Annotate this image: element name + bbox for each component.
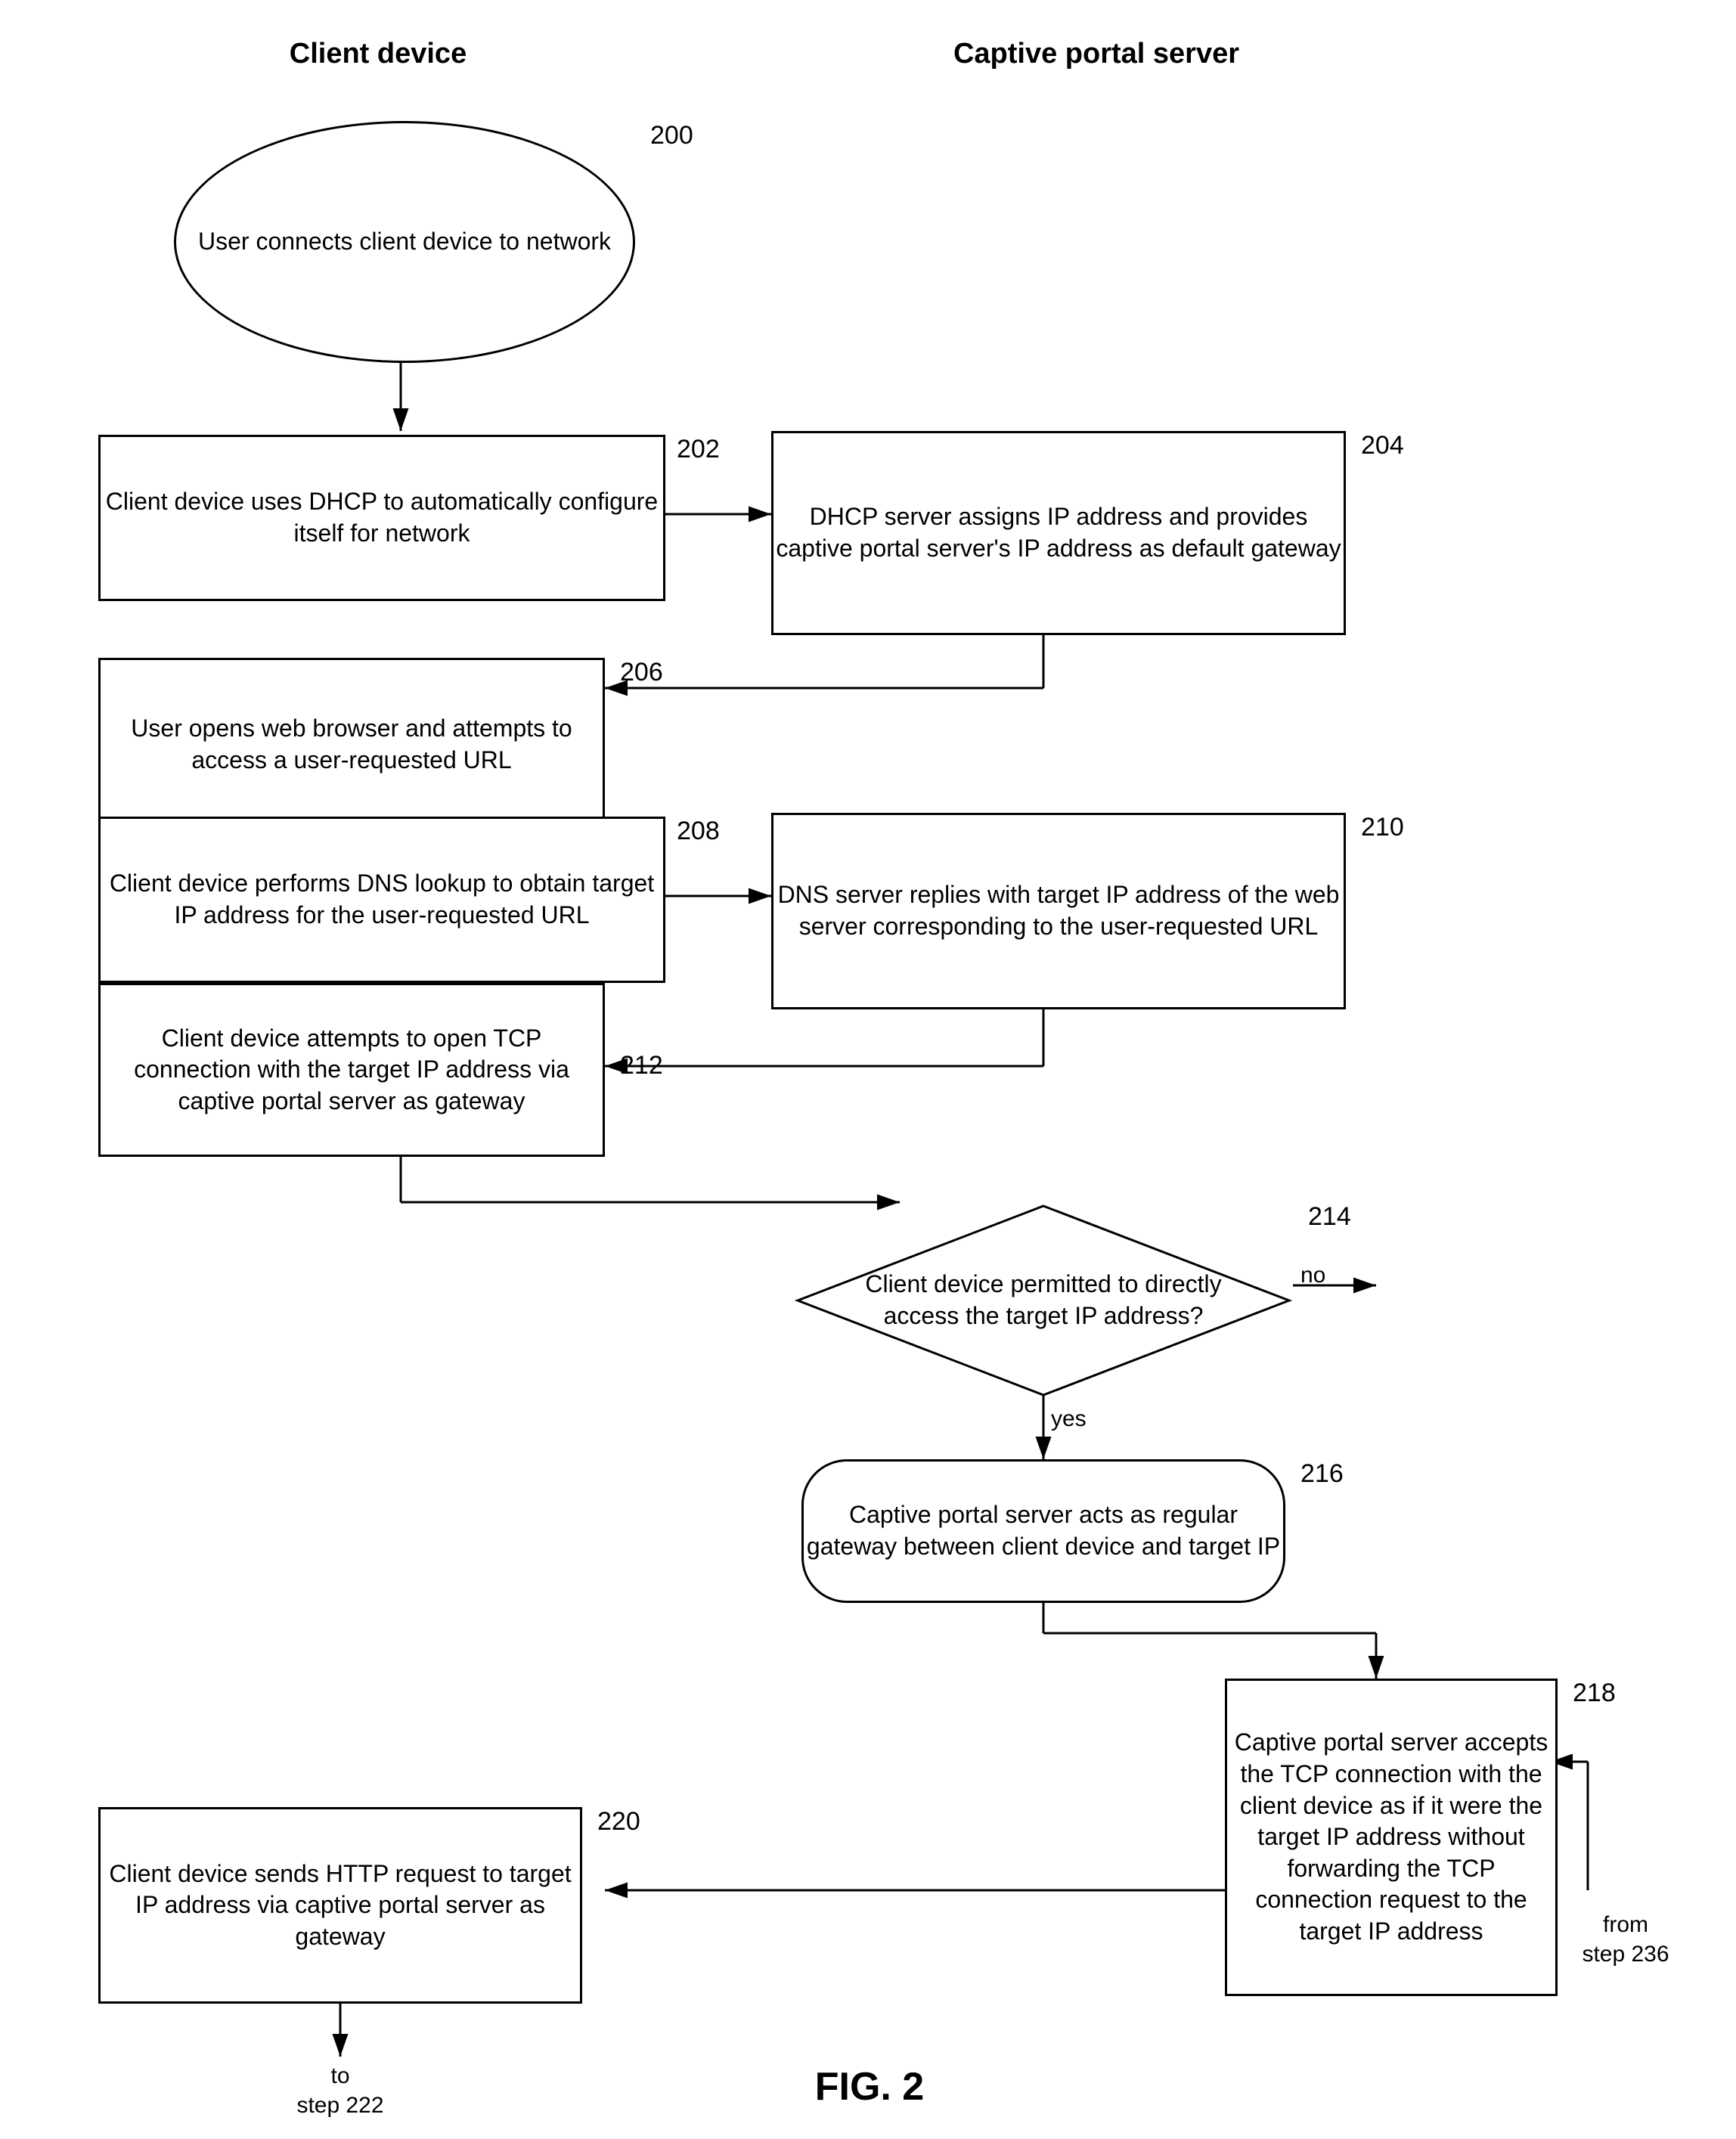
node-214: Client device permitted to directly acce… [794,1202,1293,1399]
step-212-label: 212 [620,1051,663,1080]
yes-label: yes [1051,1406,1087,1432]
step-208-label: 208 [677,817,720,846]
node-208: Client device performs DNS lookup to obt… [98,817,665,983]
to-step-222: to step 222 [257,2057,423,2125]
step-200-label: 200 [650,121,693,150]
node-210: DNS server replies with target IP addres… [771,813,1346,1009]
client-device-header: Client device [151,38,605,70]
node-204: DHCP server assigns IP address and provi… [771,431,1346,635]
node-212: Client device attempts to open TCP conne… [98,983,605,1157]
captive-portal-header: Captive portal server [794,38,1399,70]
node-202: Client device uses DHCP to automatically… [98,435,665,601]
node-200: User connects client device to network [174,121,635,363]
node-218: Captive portal server accepts the TCP co… [1225,1679,1558,1996]
step-204-label: 204 [1361,431,1404,460]
from-step-236: from step 236 [1535,1905,1716,1973]
step-206-label: 206 [620,658,663,687]
node-206: User opens web browser and attempts to a… [98,658,605,832]
node-220: Client device sends HTTP request to targ… [98,1807,582,2004]
step-202-label: 202 [677,435,720,464]
step-218-label: 218 [1573,1679,1616,1708]
no-label: no [1300,1263,1325,1288]
step-220-label: 220 [597,1807,640,1837]
step-216-label: 216 [1300,1459,1344,1489]
node-216: Captive portal server acts as regular ga… [801,1459,1285,1603]
fig-caption: FIG. 2 [605,2064,1134,2110]
step-210-label: 210 [1361,813,1404,842]
step-214-label: 214 [1308,1202,1351,1232]
diagram-container: Client device Captive portal server User… [0,0,1736,2139]
